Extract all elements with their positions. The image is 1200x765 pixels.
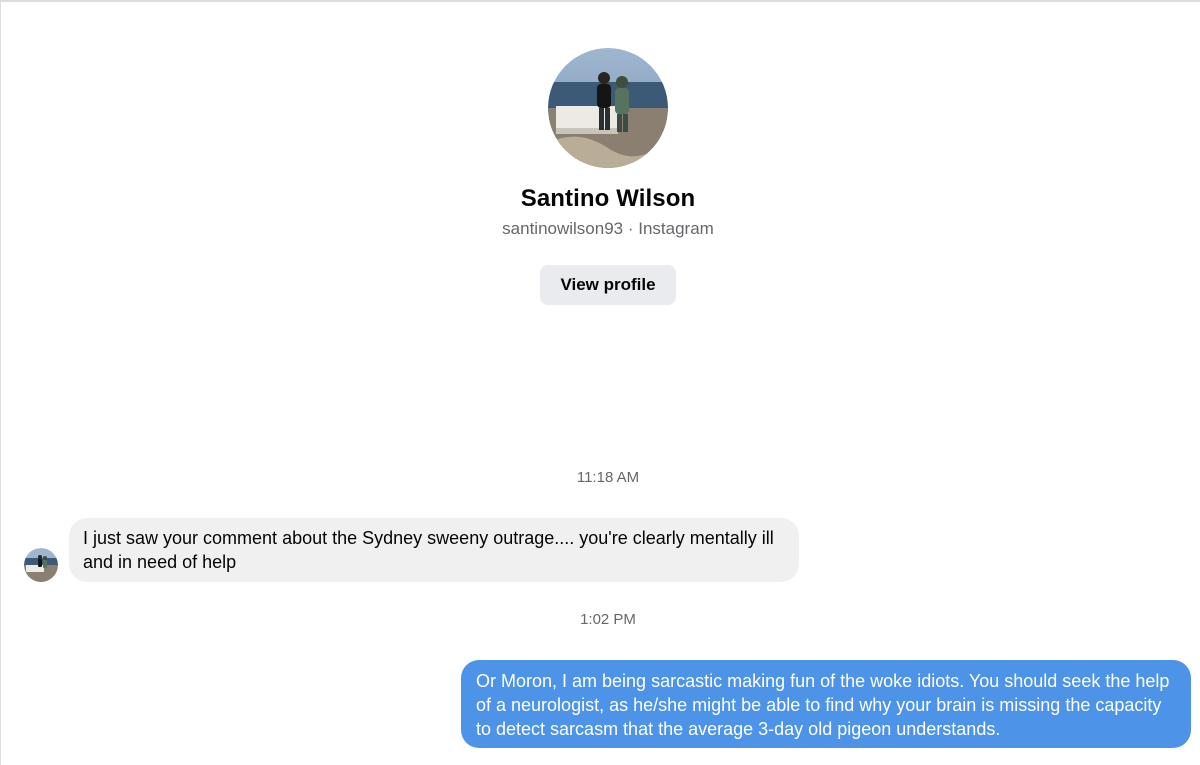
contact-name: Santino Wilson [520,185,696,212]
outgoing-message-bubble[interactable]: Or Moron, I am being sarcastic making fu… [461,660,1191,748]
message-timestamp: 11:18 AM [576,469,640,486]
incoming-message-bubble[interactable]: I just saw your comment about the Sydney… [69,518,799,582]
view-profile-button[interactable]: View profile [540,265,676,305]
contact-profile-header: Santino Wilson santinowilson93 · Instagr… [1,48,1200,305]
sender-avatar[interactable] [24,548,58,582]
profile-avatar[interactable] [548,48,668,168]
message-timestamp: 1:02 PM [580,611,636,628]
contact-username-source: santinowilson93 · Instagram [502,219,714,238]
chat-window: Santino Wilson santinowilson93 · Instagr… [0,0,1200,765]
